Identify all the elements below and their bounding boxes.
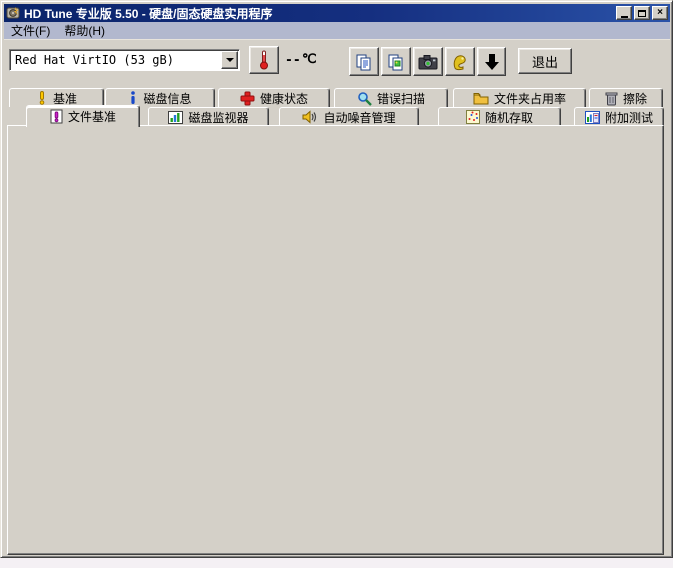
health-cross-icon (240, 91, 255, 106)
tab-random-access[interactable]: 随机存取 (438, 107, 561, 126)
tab-health-label: 健康状态 (260, 90, 308, 107)
temperature-value: -- (285, 53, 301, 68)
trash-icon (605, 91, 618, 106)
tab-aam-label: 自动噪音管理 (323, 109, 395, 126)
minimize-button[interactable] (616, 6, 632, 20)
screenshot-button[interactable] (413, 47, 443, 76)
save-results-button[interactable] (477, 47, 506, 76)
tab-erase-label: 擦除 (623, 90, 647, 107)
drive-select[interactable]: Red Hat VirtIO (53 gB) (9, 49, 240, 71)
maximize-button[interactable] (634, 6, 650, 20)
exit-button[interactable]: 退出 (518, 48, 572, 74)
close-icon: × (657, 8, 663, 18)
camera-icon (418, 54, 438, 70)
tab-file-benchmark-label: 文件基准 (68, 108, 116, 125)
menu-file[interactable]: 文件(F) (4, 21, 57, 40)
tab-disk-info-label: 磁盘信息 (143, 90, 191, 107)
tab-folder-usage-label: 文件夹占用率 (494, 90, 566, 107)
copy-text-button[interactable] (349, 47, 379, 76)
folder-icon (473, 92, 489, 105)
copy-image-icon (387, 53, 405, 71)
drive-select-value: Red Hat VirtIO (53 gB) (10, 53, 174, 67)
tab-aam[interactable]: 自动噪音管理 (279, 107, 419, 126)
tab-folder-usage[interactable]: 文件夹占用率 (453, 88, 586, 107)
random-access-icon (466, 110, 480, 124)
info-icon (128, 91, 138, 105)
tab-error-scan-label: 错误扫描 (377, 90, 425, 107)
app-icon (6, 6, 20, 20)
donate-icon (451, 53, 469, 71)
tab-erase[interactable]: 擦除 (589, 88, 663, 107)
extra-tests-icon (585, 111, 600, 124)
window-title: HD Tune 专业版 5.50 - 硬盘/固态硬盘实用程序 (24, 5, 272, 22)
minimize-icon (621, 16, 628, 18)
menu-help[interactable]: 帮助(H) (57, 21, 112, 40)
app-window: HD Tune 专业版 5.50 - 硬盘/固态硬盘实用程序 × 文件(F) 帮… (0, 0, 673, 558)
exit-button-label: 退出 (532, 52, 558, 71)
disk-monitor-icon (168, 111, 183, 124)
copy-text-icon (355, 53, 373, 71)
file-benchmark-panel (7, 125, 664, 555)
tab-error-scan[interactable]: 错误扫描 (334, 88, 448, 107)
chevron-down-icon (226, 58, 234, 66)
speaker-icon (302, 110, 318, 124)
close-button[interactable]: × (652, 6, 668, 20)
title-bar: HD Tune 专业版 5.50 - 硬盘/固态硬盘实用程序 × (4, 4, 670, 22)
tab-benchmark-label: 基准 (53, 90, 77, 107)
temperature-button[interactable] (249, 46, 279, 74)
maximize-icon (638, 10, 646, 17)
file-benchmark-icon (50, 109, 63, 124)
drive-select-arrow[interactable] (221, 51, 238, 69)
tab-random-access-label: 随机存取 (485, 109, 533, 126)
tab-extra-tests-label: 附加测试 (605, 109, 653, 126)
temperature-unit: ℃ (302, 51, 317, 67)
tab-extra-tests[interactable]: 附加测试 (574, 107, 664, 126)
thermometer-icon (257, 50, 271, 70)
tab-disk-monitor-label: 磁盘监视器 (188, 109, 248, 126)
tab-file-benchmark[interactable]: 文件基准 (26, 105, 140, 127)
exclamation-icon (36, 91, 48, 105)
donate-button[interactable] (445, 47, 475, 76)
copy-image-button[interactable] (381, 47, 411, 76)
tab-health[interactable]: 健康状态 (218, 88, 330, 107)
download-arrow-icon (484, 53, 500, 71)
menu-bar: 文件(F) 帮助(H) (4, 22, 670, 39)
tab-disk-monitor[interactable]: 磁盘监视器 (148, 107, 269, 126)
scan-magnifier-icon (357, 91, 372, 106)
